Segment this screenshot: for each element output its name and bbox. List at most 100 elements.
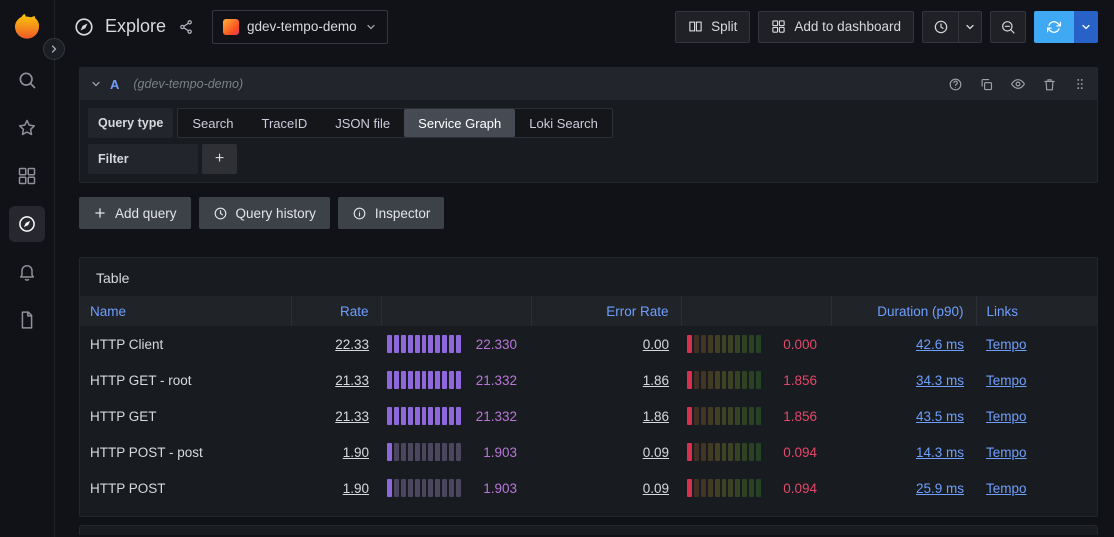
rate-link[interactable]: 21.33 (335, 409, 369, 424)
query-header-actions (948, 76, 1087, 92)
query-type-option-json-file[interactable]: JSON file (321, 109, 404, 137)
panel-title: Table (80, 258, 1097, 296)
duration-link[interactable]: 25.9 ms (916, 481, 964, 496)
table-row: HTTP GET - root21.3321.3321.861.85634.3 … (80, 362, 1097, 398)
inspector-button[interactable]: Inspector (338, 197, 445, 229)
query-row-header[interactable]: A (gdev-tempo-demo) (80, 68, 1097, 100)
query-history-label: Query history (236, 206, 316, 221)
refresh-interval-caret[interactable] (1074, 11, 1098, 43)
drag-handle-icon[interactable] (1073, 77, 1087, 91)
rate-led-gauge (387, 407, 461, 425)
column-header-name[interactable]: Name (80, 296, 291, 326)
tempo-link[interactable]: Tempo (986, 373, 1027, 388)
service-name: HTTP POST (80, 470, 291, 506)
service-name: HTTP Client (80, 326, 291, 362)
error-rate-link[interactable]: 1.86 (643, 409, 669, 424)
split-button[interactable]: Split (675, 11, 750, 43)
duration-link[interactable]: 34.3 ms (916, 373, 964, 388)
query-type-option-service-graph[interactable]: Service Graph (404, 109, 515, 137)
rate-link[interactable]: 22.33 (335, 337, 369, 352)
datasource-picker[interactable]: gdev-tempo-demo (212, 10, 388, 44)
query-editor-panel: A (gdev-tempo-demo) (79, 67, 1098, 183)
duration-link[interactable]: 43.5 ms (916, 409, 964, 424)
table-row: HTTP GET21.3321.3321.861.85643.5 msTempo (80, 398, 1097, 434)
add-to-dashboard-button[interactable]: Add to dashboard (758, 11, 914, 43)
alerting-icon[interactable] (9, 254, 45, 290)
tempo-link[interactable]: Tempo (986, 337, 1027, 352)
datasource-name: gdev-tempo-demo (247, 19, 357, 34)
rate-link[interactable]: 1.90 (343, 445, 369, 460)
search-icon[interactable] (9, 62, 45, 98)
error-led-gauge (687, 371, 761, 389)
info-circle-icon (352, 206, 367, 221)
add-to-dashboard-label: Add to dashboard (794, 19, 901, 34)
rate-gauge-value: 21.332 (476, 373, 517, 388)
error-rate-link[interactable]: 0.09 (643, 445, 669, 460)
time-picker (922, 11, 982, 43)
tempo-link[interactable]: Tempo (986, 445, 1027, 460)
split-icon (688, 19, 703, 34)
error-gauge-value: 0.094 (783, 445, 817, 460)
explore-icon[interactable] (9, 206, 45, 242)
inspector-label: Inspector (375, 206, 431, 221)
refresh-picker (1034, 11, 1098, 43)
rate-gauge-value: 1.903 (483, 445, 517, 460)
hide-query-eye-icon[interactable] (1010, 76, 1026, 92)
tempo-datasource-icon (223, 19, 239, 35)
error-gauge-value: 1.856 (783, 409, 817, 424)
document-icon[interactable] (9, 302, 45, 338)
page-title-group: Explore (73, 16, 166, 38)
explore-toolbar: Explore gdev-tempo-demo Split A (55, 0, 1114, 53)
query-type-option-traceid[interactable]: TraceID (248, 109, 322, 137)
service-name: HTTP GET - root (80, 362, 291, 398)
rate-link[interactable]: 1.90 (343, 481, 369, 496)
remove-query-trash-icon[interactable] (1042, 77, 1057, 92)
duration-link[interactable]: 42.6 ms (916, 337, 964, 352)
error-led-gauge (687, 335, 761, 353)
error-rate-link[interactable]: 1.86 (643, 373, 669, 388)
add-query-button[interactable]: Add query (79, 197, 191, 229)
column-header-rate[interactable]: Rate (291, 296, 381, 326)
time-picker-button[interactable] (922, 11, 958, 43)
query-type-option-search[interactable]: Search (178, 109, 247, 137)
service-name: HTTP GET (80, 398, 291, 434)
query-datasource-hint: (gdev-tempo-demo) (133, 77, 243, 91)
share-icon[interactable] (176, 17, 196, 37)
error-gauge-value: 0.094 (783, 481, 817, 496)
query-type-option-loki-search[interactable]: Loki Search (515, 109, 612, 137)
service-graph-table: NameRate Error Rate Duration (p90)Links HT… (80, 296, 1097, 506)
refresh-button[interactable] (1034, 11, 1074, 43)
star-icon[interactable] (9, 110, 45, 146)
column-header-links[interactable]: Links (976, 296, 1097, 326)
dashboards-icon[interactable] (9, 158, 45, 194)
next-panel-partial (79, 525, 1098, 535)
time-picker-caret[interactable] (958, 11, 982, 43)
table-row: HTTP POST - post1.901.9030.090.09414.3 m… (80, 434, 1097, 470)
error-led-gauge (687, 479, 761, 497)
tempo-link[interactable]: Tempo (986, 481, 1027, 496)
column-header-duration-p90-[interactable]: Duration (p90) (831, 296, 976, 326)
grafana-logo[interactable] (10, 10, 44, 44)
error-led-gauge (687, 407, 761, 425)
help-icon[interactable] (948, 77, 963, 92)
toolbar-right-group: Split Add to dashboard (675, 11, 1098, 43)
query-history-button[interactable]: Query history (199, 197, 330, 229)
query-type-group: SearchTraceIDJSON fileService GraphLoki … (177, 108, 613, 138)
rate-link[interactable]: 21.33 (335, 373, 369, 388)
rate-led-gauge (387, 371, 461, 389)
error-rate-link[interactable]: 0.00 (643, 337, 669, 352)
add-filter-button[interactable]: + (202, 144, 237, 174)
filter-label: Filter (88, 144, 198, 174)
zoom-out-button[interactable] (990, 11, 1026, 43)
duplicate-query-icon[interactable] (979, 77, 994, 92)
duration-link[interactable]: 14.3 ms (916, 445, 964, 460)
error-rate-link[interactable]: 0.09 (643, 481, 669, 496)
tempo-link[interactable]: Tempo (986, 409, 1027, 424)
explore-compass-icon (73, 16, 95, 38)
rate-gauge-value: 1.903 (483, 481, 517, 496)
collapse-chevron-icon[interactable] (90, 78, 102, 90)
split-label: Split (711, 19, 737, 34)
column-header-error-rate[interactable]: Error Rate (531, 296, 681, 326)
chevron-down-icon (365, 21, 377, 33)
sidebar-expand-button[interactable] (43, 38, 65, 60)
